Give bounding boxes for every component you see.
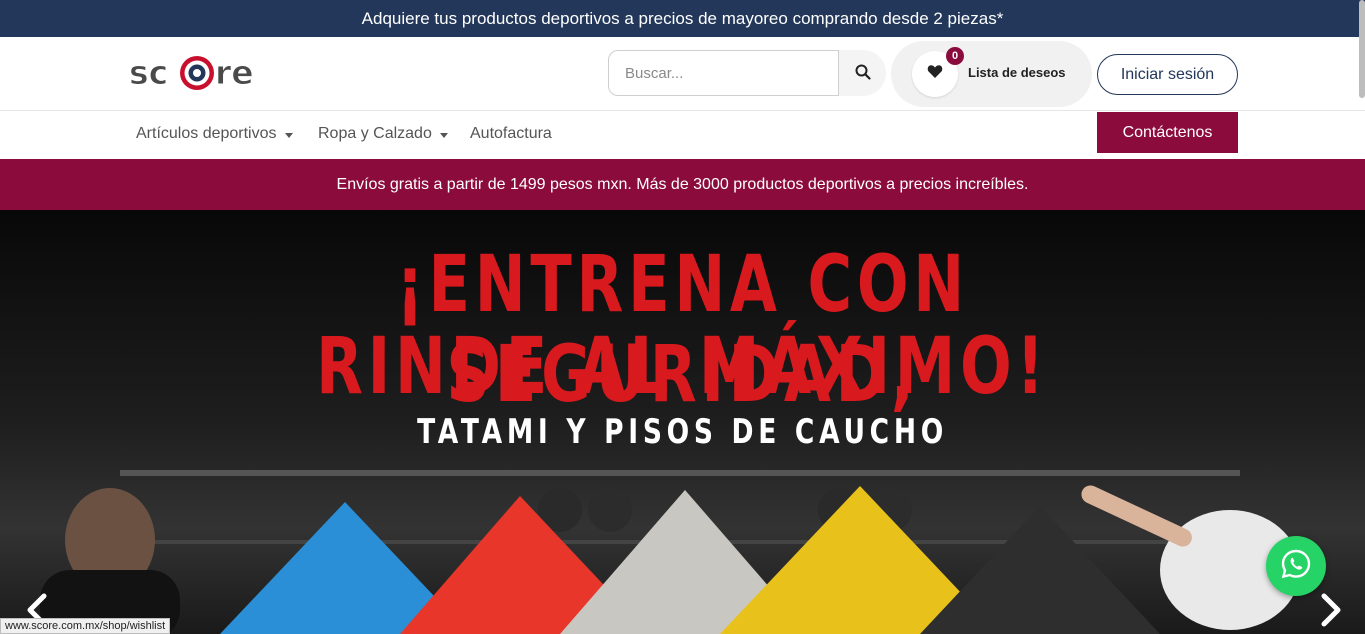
- chevron-right-icon: [1316, 593, 1346, 634]
- nav-item-label: Autofactura: [470, 125, 552, 142]
- search-button[interactable]: [839, 50, 886, 96]
- status-bar-url: www.score.com.mx/shop/wishlist: [0, 618, 171, 634]
- main-nav: Artículos deportivos Ropa y Calzado Auto…: [0, 111, 1365, 159]
- search-box: [608, 50, 886, 96]
- heart-icon: [927, 64, 943, 84]
- announcement-bar: Adquiere tus productos deportivos a prec…: [0, 0, 1365, 37]
- site-header: sc re 0 Lista de deseos Iniciar sesión: [0, 37, 1365, 111]
- caret-down-icon: [284, 132, 293, 138]
- nav-item-label: Ropa y Calzado: [318, 125, 432, 142]
- hero-banner[interactable]: ¡ENTRENA CON SEGURIDAD, RINDE AL MÁXIMO!…: [0, 210, 1365, 634]
- svg-text:sc: sc: [129, 53, 168, 92]
- carousel-next-button[interactable]: [1316, 590, 1346, 630]
- wishlist-button[interactable]: 0 Lista de deseos: [891, 41, 1092, 107]
- scrollbar-thumb[interactable]: [1359, 0, 1365, 98]
- nav-item-label: Artículos deportivos: [136, 125, 277, 142]
- promo-bar: Envíos gratis a partir de 1499 pesos mxn…: [0, 159, 1365, 210]
- svg-text:re: re: [215, 53, 254, 92]
- nav-item-ropa-calzado[interactable]: Ropa y Calzado: [318, 125, 448, 143]
- hero-title-line2: RINDE AL MÁXIMO!: [316, 322, 1049, 412]
- score-logo[interactable]: sc re: [127, 53, 265, 93]
- wishlist-label: Lista de deseos: [968, 65, 1066, 80]
- caret-down-icon: [439, 132, 448, 138]
- search-icon: [855, 64, 871, 83]
- promo-text: Envíos gratis a partir de 1499 pesos mxn…: [336, 175, 1029, 193]
- wishlist-count-badge: 0: [946, 47, 964, 65]
- announcement-text: Adquiere tus productos deportivos a prec…: [361, 8, 1004, 28]
- whatsapp-icon: [1280, 548, 1312, 585]
- whatsapp-button[interactable]: [1266, 536, 1326, 596]
- nav-item-articulos-deportivos[interactable]: Artículos deportivos: [136, 125, 293, 143]
- search-input[interactable]: [608, 50, 839, 96]
- nav-item-autofactura[interactable]: Autofactura: [470, 125, 552, 143]
- login-button[interactable]: Iniciar sesión: [1097, 54, 1238, 95]
- contact-button[interactable]: Contáctenos: [1097, 112, 1238, 153]
- hero-subtitle: TATAMI Y PISOS DE CAUCHO: [417, 412, 948, 452]
